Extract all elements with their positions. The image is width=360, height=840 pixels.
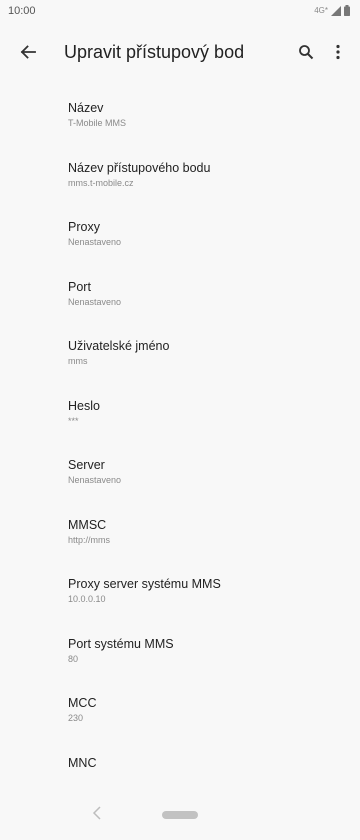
setting-summary: 10.0.0.10 (68, 594, 106, 604)
battery-icon (344, 5, 350, 16)
setting-server[interactable]: Server Nenastaveno (0, 441, 360, 501)
setting-title: Uživatelské jméno (68, 339, 170, 353)
setting-summary: *** (68, 415, 79, 426)
more-vert-icon (336, 44, 340, 60)
setting-username[interactable]: Uživatelské jméno mms (0, 322, 360, 382)
signal-icon (331, 5, 341, 16)
setting-title: Název přístupového bodu (68, 160, 211, 175)
setting-title: Heslo (68, 398, 100, 413)
setting-password[interactable]: Heslo *** (0, 382, 360, 442)
setting-mmsc[interactable]: MMSC http://mms (0, 501, 360, 561)
status-time: 10:00 (8, 5, 36, 17)
setting-summary: Nenastaveno (68, 475, 122, 485)
status-bar: 10:00 4G* (0, 0, 360, 24)
home-pill-icon[interactable] (162, 811, 198, 819)
network-type-label: 4G* (314, 6, 328, 15)
setting-mcc[interactable]: MCC 230 (0, 679, 360, 739)
setting-title: MNC (68, 755, 97, 770)
search-button[interactable] (290, 24, 322, 80)
page-title: Upravit přístupový bod (64, 41, 245, 62)
back-button[interactable] (4, 24, 52, 80)
setting-title: Port systému MMS (68, 636, 174, 651)
setting-summary: mms.t-mobile.cz (68, 177, 134, 188)
setting-mms-proxy[interactable]: Proxy server systému MMS 10.0.0.10 (0, 560, 360, 620)
more-options-button[interactable] (322, 24, 354, 80)
setting-title: Port (68, 279, 91, 294)
setting-mms-port[interactable]: Port systému MMS 80 (0, 620, 360, 680)
setting-port[interactable]: Port Nenastaveno (0, 263, 360, 323)
setting-title: Proxy server systému MMS (68, 577, 221, 591)
setting-title: MMSC (68, 517, 107, 532)
setting-summary: Nenastaveno (68, 237, 122, 247)
setting-name[interactable]: Název T-Mobile MMS (0, 84, 360, 144)
setting-apn[interactable]: Název přístupového bodu mms.t-mobile.cz (0, 144, 360, 204)
setting-summary: T-Mobile MMS (68, 118, 127, 128)
apn-settings-list: Název T-Mobile MMS Název přístupového bo… (0, 84, 360, 784)
status-icons: 4G* (314, 5, 350, 16)
arrow-back-icon (20, 45, 36, 59)
setting-title: Server (68, 458, 105, 472)
setting-title: Proxy (68, 220, 100, 234)
app-bar: Upravit přístupový bod (0, 24, 360, 80)
navigation-bar (0, 790, 360, 840)
setting-summary: mms (68, 356, 88, 366)
setting-summary: 80 (68, 653, 79, 664)
setting-mnc[interactable]: MNC (0, 739, 360, 785)
nav-back-icon[interactable] (90, 804, 104, 822)
setting-summary: Nenastaveno (68, 296, 122, 307)
setting-title: MCC (68, 696, 97, 710)
setting-proxy[interactable]: Proxy Nenastaveno (0, 203, 360, 263)
setting-summary: http://mms (68, 534, 111, 545)
search-icon (299, 45, 314, 60)
setting-title: Název (68, 101, 104, 115)
setting-summary: 230 (68, 713, 84, 723)
